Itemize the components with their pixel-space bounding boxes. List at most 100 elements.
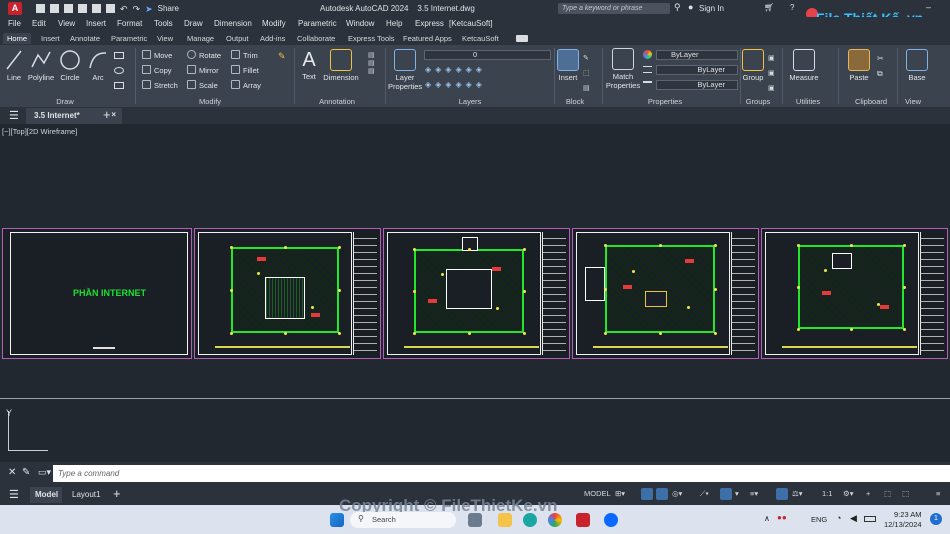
system-clock[interactable]: 9:23 AM 12/13/2024 xyxy=(884,510,922,530)
move-tool[interactable]: Move xyxy=(142,50,172,60)
fillet-tool[interactable]: Fillet xyxy=(231,65,259,75)
open-file-icon[interactable] xyxy=(50,4,59,13)
workspace-gear-icon[interactable]: ⚙▾ xyxy=(843,489,854,498)
draw-panel-label[interactable]: Draw xyxy=(40,97,90,106)
menu-item[interactable]: Window xyxy=(346,19,374,28)
ribbon-tab[interactable]: View xyxy=(153,33,177,44)
help-icon[interactable]: ? xyxy=(790,3,794,12)
object-snap-button[interactable] xyxy=(720,488,732,500)
taskbar-search[interactable]: ⚲ Search xyxy=(350,512,456,528)
add-layout-button[interactable]: + xyxy=(113,486,121,501)
share-button[interactable]: Share xyxy=(158,4,179,15)
save-as-icon[interactable] xyxy=(78,4,87,13)
stretch-tool[interactable]: Stretch xyxy=(142,80,178,90)
menu-item[interactable]: Parametric xyxy=(298,19,337,28)
polar-tracking-icon[interactable]: ◎▾ xyxy=(672,489,682,498)
customization-icon[interactable]: ≡ xyxy=(936,489,940,498)
ribbon-tab[interactable]: Annotate xyxy=(66,33,104,44)
layer-tool-icons-row2[interactable]: ◈◈◈◈◈◈ xyxy=(425,80,486,89)
color-wheel-icon[interactable] xyxy=(643,50,652,59)
rotate-tool[interactable]: Rotate xyxy=(187,50,221,60)
new-tab-button[interactable]: + xyxy=(103,107,111,122)
groups-panel-label[interactable]: Groups xyxy=(742,97,774,106)
group-tools-icons[interactable]: ▣ ▣ ▣ xyxy=(768,51,775,96)
rectangle-icon[interactable] xyxy=(114,52,124,59)
layout-menu-icon[interactable]: ☰ xyxy=(9,488,19,501)
share-icon[interactable]: ➤ xyxy=(145,4,153,15)
app-logo[interactable]: A xyxy=(8,2,22,15)
circle-tool[interactable]: Circle xyxy=(58,49,82,82)
annotation-monitor-icon[interactable]: + xyxy=(866,489,870,498)
menu-item[interactable]: View xyxy=(58,19,75,28)
snap-mode-button[interactable] xyxy=(641,488,653,500)
annotation-panel-label[interactable]: Annotation xyxy=(308,97,366,106)
save-icon[interactable] xyxy=(64,4,73,13)
menu-item[interactable]: Dimension xyxy=(214,19,252,28)
ribbon-tab[interactable]: Collaborate xyxy=(293,33,339,44)
annotation-dropdown-icon[interactable]: ▤ ▤ ▤ xyxy=(368,51,378,91)
group-tool[interactable]: Group xyxy=(742,49,764,82)
undo-icon[interactable]: ↶ xyxy=(120,4,128,15)
user-icon[interactable]: ● xyxy=(688,2,693,12)
units-icon[interactable]: ⬚ xyxy=(884,489,891,498)
new-file-icon[interactable] xyxy=(36,4,45,13)
utilities-panel-label[interactable]: Utilities xyxy=(786,97,830,106)
menu-item[interactable]: Help xyxy=(386,19,402,28)
plot-icon[interactable] xyxy=(106,4,115,13)
copy-tool[interactable]: Copy xyxy=(142,65,172,75)
ribbon-tab[interactable]: Home xyxy=(3,33,32,44)
search-box[interactable]: Type a keyword or phrase xyxy=(558,3,670,14)
menu-item[interactable]: Draw xyxy=(184,19,203,28)
floor-plan-sheet-4[interactable] xyxy=(761,228,948,359)
erase-icon[interactable]: ✎ xyxy=(278,51,286,62)
color-dropdown[interactable]: ByLayer xyxy=(656,50,738,60)
floor-plan-sheet-2[interactable] xyxy=(383,228,570,359)
block-panel-label[interactable]: Block xyxy=(557,97,593,106)
annotation-visibility-button[interactable] xyxy=(776,488,788,500)
linetype-dropdown[interactable]: ByLayer xyxy=(656,65,738,75)
dimension-tool[interactable]: Dimension xyxy=(322,49,360,82)
menu-item[interactable]: Edit xyxy=(32,19,46,28)
array-tool[interactable]: Array xyxy=(231,80,261,90)
menu-item[interactable]: Express xyxy=(415,19,444,28)
lineweight-dropdown[interactable]: ByLayer xyxy=(656,80,738,90)
clipboard-panel-label[interactable]: Clipboard xyxy=(848,97,894,106)
annotation-scale-icon[interactable]: ⚖▾ xyxy=(792,489,803,498)
viewport-controls[interactable]: [−][Top][2D Wireframe] xyxy=(2,127,77,136)
lineweight-toggle-icon[interactable]: ≡▾ xyxy=(750,489,758,498)
minimize-button[interactable]: – xyxy=(926,2,931,12)
lineweight-icon[interactable] xyxy=(643,81,652,88)
linetype-icon[interactable] xyxy=(643,66,652,73)
menu-item[interactable]: File xyxy=(8,19,21,28)
edge-browser-icon[interactable] xyxy=(523,513,537,527)
properties-panel-label[interactable]: Properties xyxy=(640,97,690,106)
match-properties-tool[interactable]: Match Properties xyxy=(605,48,641,90)
search-icon[interactable]: ⚲ xyxy=(674,2,681,13)
layers-panel-label[interactable]: Layers xyxy=(445,97,495,106)
text-tool[interactable]: A Text xyxy=(298,48,320,81)
battery-icon[interactable] xyxy=(864,516,876,522)
start-menu-icon[interactable]: ☰ xyxy=(9,109,19,122)
web-mobile-icon[interactable] xyxy=(92,4,101,13)
layer-properties-tool[interactable]: Layer Properties xyxy=(388,49,422,91)
menu-item[interactable]: Insert xyxy=(86,19,106,28)
model-space-button[interactable]: MODEL xyxy=(584,489,611,498)
model-tab[interactable]: Model xyxy=(30,487,62,503)
draw-more-icon[interactable] xyxy=(114,82,124,89)
paste-tool[interactable]: Paste xyxy=(845,49,873,82)
layer-tool-icons[interactable]: ◈◈◈◈◈◈ xyxy=(425,65,486,74)
infer-constraints-button[interactable] xyxy=(656,488,668,500)
grid-icon[interactable]: ⊞▾ xyxy=(615,489,625,498)
mirror-tool[interactable]: Mirror xyxy=(187,65,219,75)
sign-in-button[interactable]: Sign In xyxy=(699,4,724,13)
layer-dropdown[interactable]: 0 xyxy=(424,50,551,60)
ribbon-tab[interactable]: Add-ins xyxy=(256,33,289,44)
arc-tool[interactable]: Arc xyxy=(86,49,110,82)
volume-icon[interactable]: ◀ xyxy=(850,513,857,524)
polyline-tool[interactable]: Polyline xyxy=(26,49,56,82)
trim-tool[interactable]: Trim xyxy=(231,50,258,60)
measure-tool[interactable]: Measure xyxy=(786,49,822,82)
menu-item[interactable]: [KetcauSoft] xyxy=(449,19,493,28)
file-explorer-icon[interactable] xyxy=(498,513,512,527)
scale-tool[interactable]: Scale xyxy=(187,80,218,90)
